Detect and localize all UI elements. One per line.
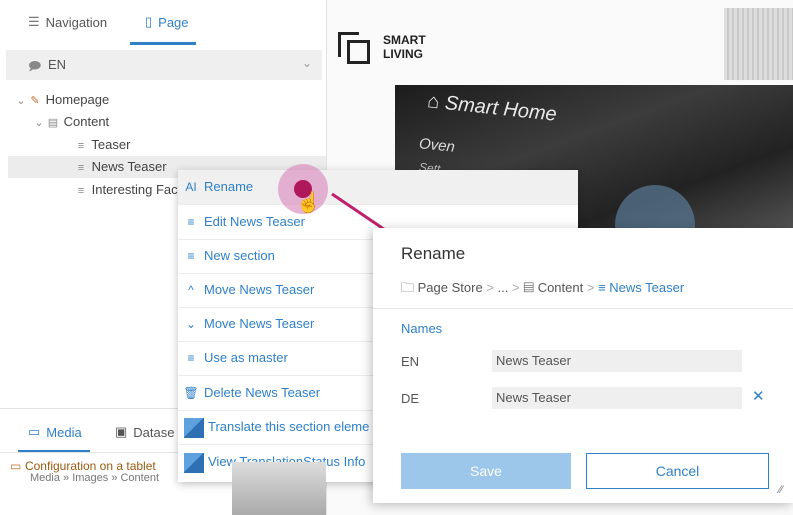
- breadcrumb-item: News Teaser: [609, 280, 685, 295]
- menu-item-label: Move News Teaser: [204, 316, 315, 331]
- content-icon: ▤: [47, 117, 59, 129]
- hero-title-text: Smart Home: [443, 92, 558, 126]
- section-icon: ≡: [77, 185, 85, 197]
- chevron-down-icon: ⌄: [16, 95, 26, 107]
- breadcrumb-item: Page Store: [417, 280, 483, 295]
- menu-item-label: Use as master: [204, 350, 288, 365]
- translation-status-icon: [184, 452, 204, 473]
- speech-bubble-icon: 🗩: [28, 59, 42, 73]
- clear-icon[interactable]: ✕: [752, 387, 765, 405]
- trash-icon: 🗑: [183, 386, 199, 400]
- tab-media[interactable]: ▭ Media: [28, 424, 82, 440]
- tab-page-label: Page: [158, 14, 189, 30]
- tab-media-label: Media: [46, 424, 82, 440]
- chevron-down-icon: ⌄: [302, 56, 313, 70]
- tree-item-interesting-facts[interactable]: ≡ Interesting Fac: [74, 179, 178, 201]
- breadcrumb-item: Content: [537, 280, 584, 295]
- hero-title: ⌂ Smart Home: [426, 90, 558, 126]
- move-down-icon: ⌄: [185, 317, 197, 331]
- language-value: EN: [48, 57, 67, 72]
- menu-item-label: Edit News Teaser: [204, 214, 305, 229]
- new-section-icon: ≡: [187, 249, 195, 263]
- master-icon: ≡: [187, 351, 195, 365]
- tree-item-homepage[interactable]: ⌄ ✎ Homepage: [14, 89, 109, 111]
- names-section-label: Names: [401, 321, 443, 336]
- dataset-icon: ▣: [115, 424, 128, 439]
- tab-dataset[interactable]: ▣ Datase: [115, 424, 175, 440]
- rename-icon: AI: [185, 180, 197, 194]
- tree-item-label: News Teaser: [91, 159, 167, 174]
- save-button[interactable]: Save: [401, 453, 571, 489]
- menu-item-label: Move News Teaser: [204, 282, 315, 297]
- menu-item-label: Translate this section eleme: [208, 419, 370, 434]
- translate-icon: [184, 417, 204, 438]
- chevron-right-icon: >: [512, 280, 520, 295]
- tree-item-teaser[interactable]: ≡ Teaser: [74, 134, 131, 156]
- home-icon: ⌂: [426, 90, 441, 114]
- field-label-en: EN: [401, 354, 420, 369]
- section-icon: ≡: [598, 280, 606, 295]
- chevron-right-icon: >: [586, 280, 595, 295]
- tree-item-content[interactable]: ⌄ ▤ Content: [32, 111, 109, 133]
- list-icon: ☰: [28, 14, 40, 29]
- brand-name: SMART LIVING: [383, 33, 426, 61]
- tab-navigation[interactable]: ☰ Navigation: [28, 14, 107, 30]
- tree-item-label: Content: [63, 114, 110, 129]
- content-icon: ▤: [523, 280, 535, 295]
- name-input-en[interactable]: News Teaser: [492, 350, 742, 372]
- menu-item-label: New section: [204, 248, 275, 263]
- tab-page[interactable]: ▯ Page: [145, 14, 189, 30]
- breadcrumb: 🗀 Page Store > ... > ▤ Content > ≡ News …: [401, 279, 684, 301]
- section-icon: ≡: [77, 140, 85, 152]
- preview-image: [724, 8, 793, 80]
- pencil-icon: ✎: [30, 95, 40, 107]
- menu-item-label: Rename: [204, 179, 254, 194]
- tree-item-label: Homepage: [45, 92, 110, 107]
- media-thumbnail: [232, 462, 326, 515]
- name-input-de[interactable]: News Teaser: [492, 387, 742, 409]
- folder-icon: 🗀: [401, 280, 415, 295]
- field-label-de: DE: [401, 391, 420, 406]
- tree-item-label: Teaser: [91, 137, 131, 152]
- dialog-title: Rename: [401, 244, 466, 263]
- language-select[interactable]: 🗩 EN ⌄: [6, 50, 322, 80]
- tab-dataset-label: Datase: [133, 424, 175, 440]
- tab-navigation-label: Navigation: [45, 14, 108, 30]
- media-icon: ▭: [10, 459, 22, 473]
- search-result-title: Configuration on a tablet: [24, 459, 156, 473]
- divider: [373, 308, 793, 309]
- brand-logo: [338, 32, 370, 64]
- chevron-right-icon: >: [486, 280, 494, 295]
- rename-dialog: Rename 🗀 Page Store > ... > ▤ Content > …: [373, 228, 793, 503]
- menu-item-label: Delete News Teaser: [204, 385, 321, 400]
- edit-icon: ≡: [187, 215, 195, 229]
- cancel-button[interactable]: Cancel: [586, 453, 769, 489]
- chevron-down-icon: ⌄: [34, 117, 44, 129]
- move-up-icon: ^: [188, 283, 194, 297]
- breadcrumb-item: ...: [497, 280, 509, 295]
- section-icon: ≡: [77, 162, 85, 174]
- hero-line-1: Oven: [418, 135, 456, 156]
- brand-line-1: SMART: [383, 33, 426, 47]
- active-tab-indicator: [130, 42, 196, 45]
- hand-cursor-icon: ☝: [296, 192, 321, 214]
- page-icon: ▯: [145, 14, 153, 29]
- media-icon: ▭: [28, 424, 41, 439]
- brand-line-2: LIVING: [383, 47, 424, 61]
- tree-item-label: Interesting Fac: [91, 182, 178, 197]
- resize-handle-icon[interactable]: ⁄⁄: [779, 484, 783, 496]
